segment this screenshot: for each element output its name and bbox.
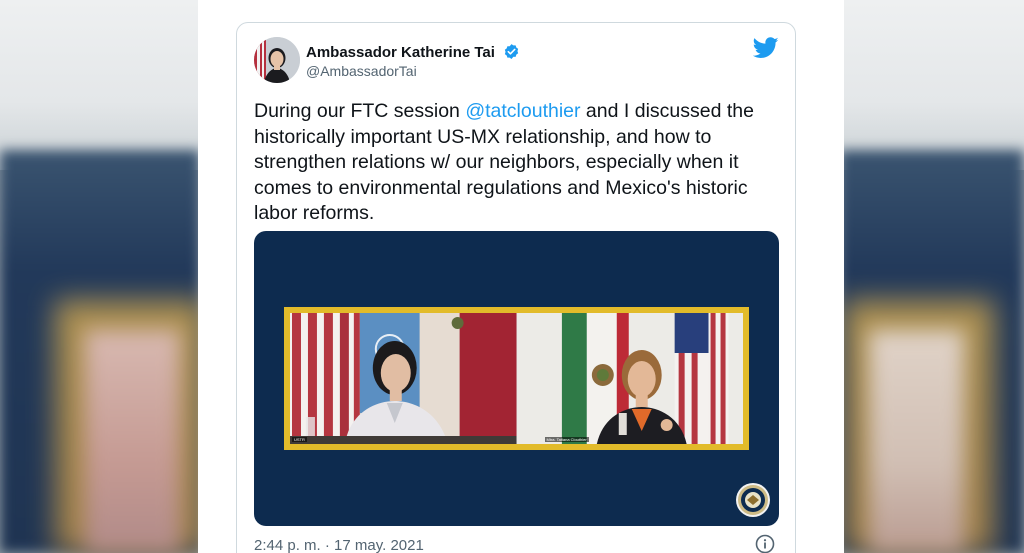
blurred-video-right bbox=[869, 330, 964, 553]
ustr-seal-icon bbox=[736, 483, 770, 517]
twitter-bird-icon[interactable] bbox=[753, 37, 779, 59]
display-name-text[interactable]: Ambassador Katherine Tai bbox=[306, 44, 495, 61]
video-caption-left: USTR bbox=[292, 437, 307, 442]
mention-link[interactable]: @tatclouthier bbox=[465, 100, 580, 122]
tweet-media[interactable]: USTR Mtra. Tatiana Clouthier bbox=[254, 231, 779, 526]
info-icon[interactable] bbox=[755, 534, 775, 553]
tweet-text-start: During our FTC session bbox=[254, 100, 466, 122]
video-pane-right: Mtra. Tatiana Clouthier bbox=[516, 313, 743, 444]
video-frame: USTR Mtra. Tatiana Clouthier bbox=[284, 307, 749, 450]
tweet-timestamp[interactable]: 2:44 p. m. · 17 may. 2021 bbox=[254, 537, 424, 553]
tweet-card[interactable]: Ambassador Katherine Tai @AmbassadorTai … bbox=[236, 22, 796, 553]
display-name[interactable]: Ambassador Katherine Tai bbox=[306, 43, 520, 61]
handle[interactable]: @AmbassadorTai bbox=[306, 63, 417, 79]
blurred-video-left bbox=[85, 330, 180, 553]
video-pane-left: USTR bbox=[290, 313, 517, 444]
verified-badge-icon bbox=[504, 44, 519, 59]
tweet-text: During our FTC session @tatclouthier and… bbox=[254, 99, 784, 227]
avatar[interactable] bbox=[254, 37, 300, 83]
video-caption-right: Mtra. Tatiana Clouthier bbox=[544, 437, 589, 442]
video-call-image: USTR Mtra. Tatiana Clouthier bbox=[290, 313, 743, 444]
